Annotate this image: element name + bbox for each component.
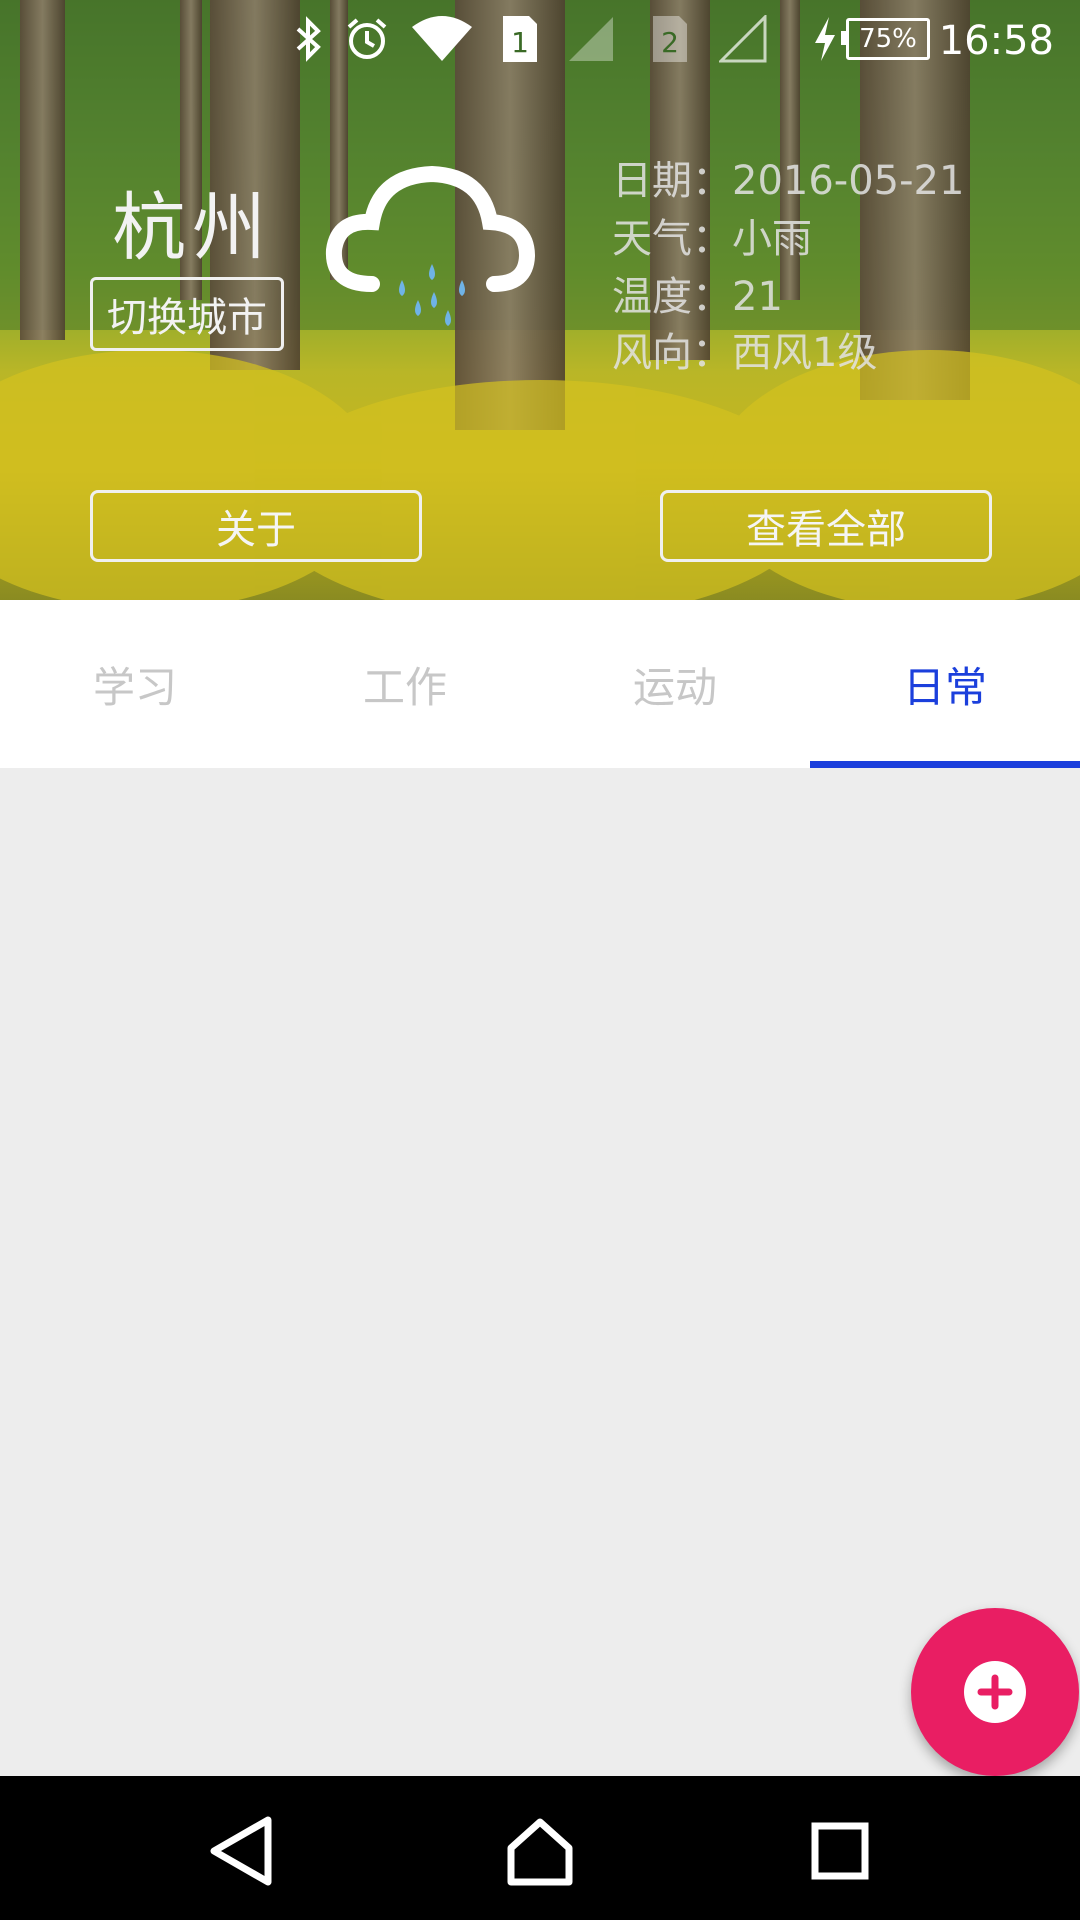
- content-area: [0, 768, 1080, 1776]
- home-icon[interactable]: [495, 1806, 585, 1896]
- battery-icon: 75%: [841, 18, 930, 60]
- clock-time: 16:58: [938, 18, 1054, 64]
- alarm-icon: [342, 12, 392, 66]
- temperature-text: 温度：21: [612, 274, 783, 320]
- charging-icon: [810, 12, 840, 66]
- tab-daily[interactable]: 日常: [810, 600, 1080, 768]
- sim2-icon: 2: [650, 12, 690, 66]
- switch-city-button[interactable]: 切换城市: [90, 277, 284, 351]
- weather-text: 天气：小雨: [612, 216, 812, 262]
- date-text: 日期：2016-05-21: [612, 158, 965, 204]
- city-name: 杭州: [112, 185, 272, 271]
- recents-icon[interactable]: [795, 1806, 885, 1896]
- view-all-button[interactable]: 查看全部: [660, 490, 992, 562]
- add-button[interactable]: [911, 1608, 1079, 1776]
- wind-text: 风向：西风1级: [612, 330, 878, 376]
- svg-text:1: 1: [511, 26, 529, 59]
- light-rain-icon: [325, 165, 536, 326]
- back-icon[interactable]: [198, 1806, 288, 1896]
- no-signal-icon: [718, 12, 768, 66]
- weather-header: 1 2 75% 16:58 杭州 切换城市 日期：2016-05-21 天气：小…: [0, 0, 1080, 600]
- tab-sport[interactable]: 运动: [540, 600, 810, 768]
- signal-icon: [566, 12, 616, 66]
- tab-study[interactable]: 学习: [0, 600, 270, 768]
- wifi-icon: [410, 12, 474, 66]
- status-bar: 1 2 75% 16:58: [0, 0, 1080, 78]
- about-button[interactable]: 关于: [90, 490, 422, 562]
- tab-work[interactable]: 工作: [270, 600, 540, 768]
- add-icon: [964, 1661, 1026, 1723]
- bluetooth-icon: [288, 12, 328, 66]
- navigation-bar: [0, 1776, 1080, 1920]
- sim1-icon: 1: [500, 12, 540, 66]
- category-tabs: 学习 工作 运动 日常: [0, 600, 1080, 768]
- svg-text:2: 2: [661, 26, 679, 59]
